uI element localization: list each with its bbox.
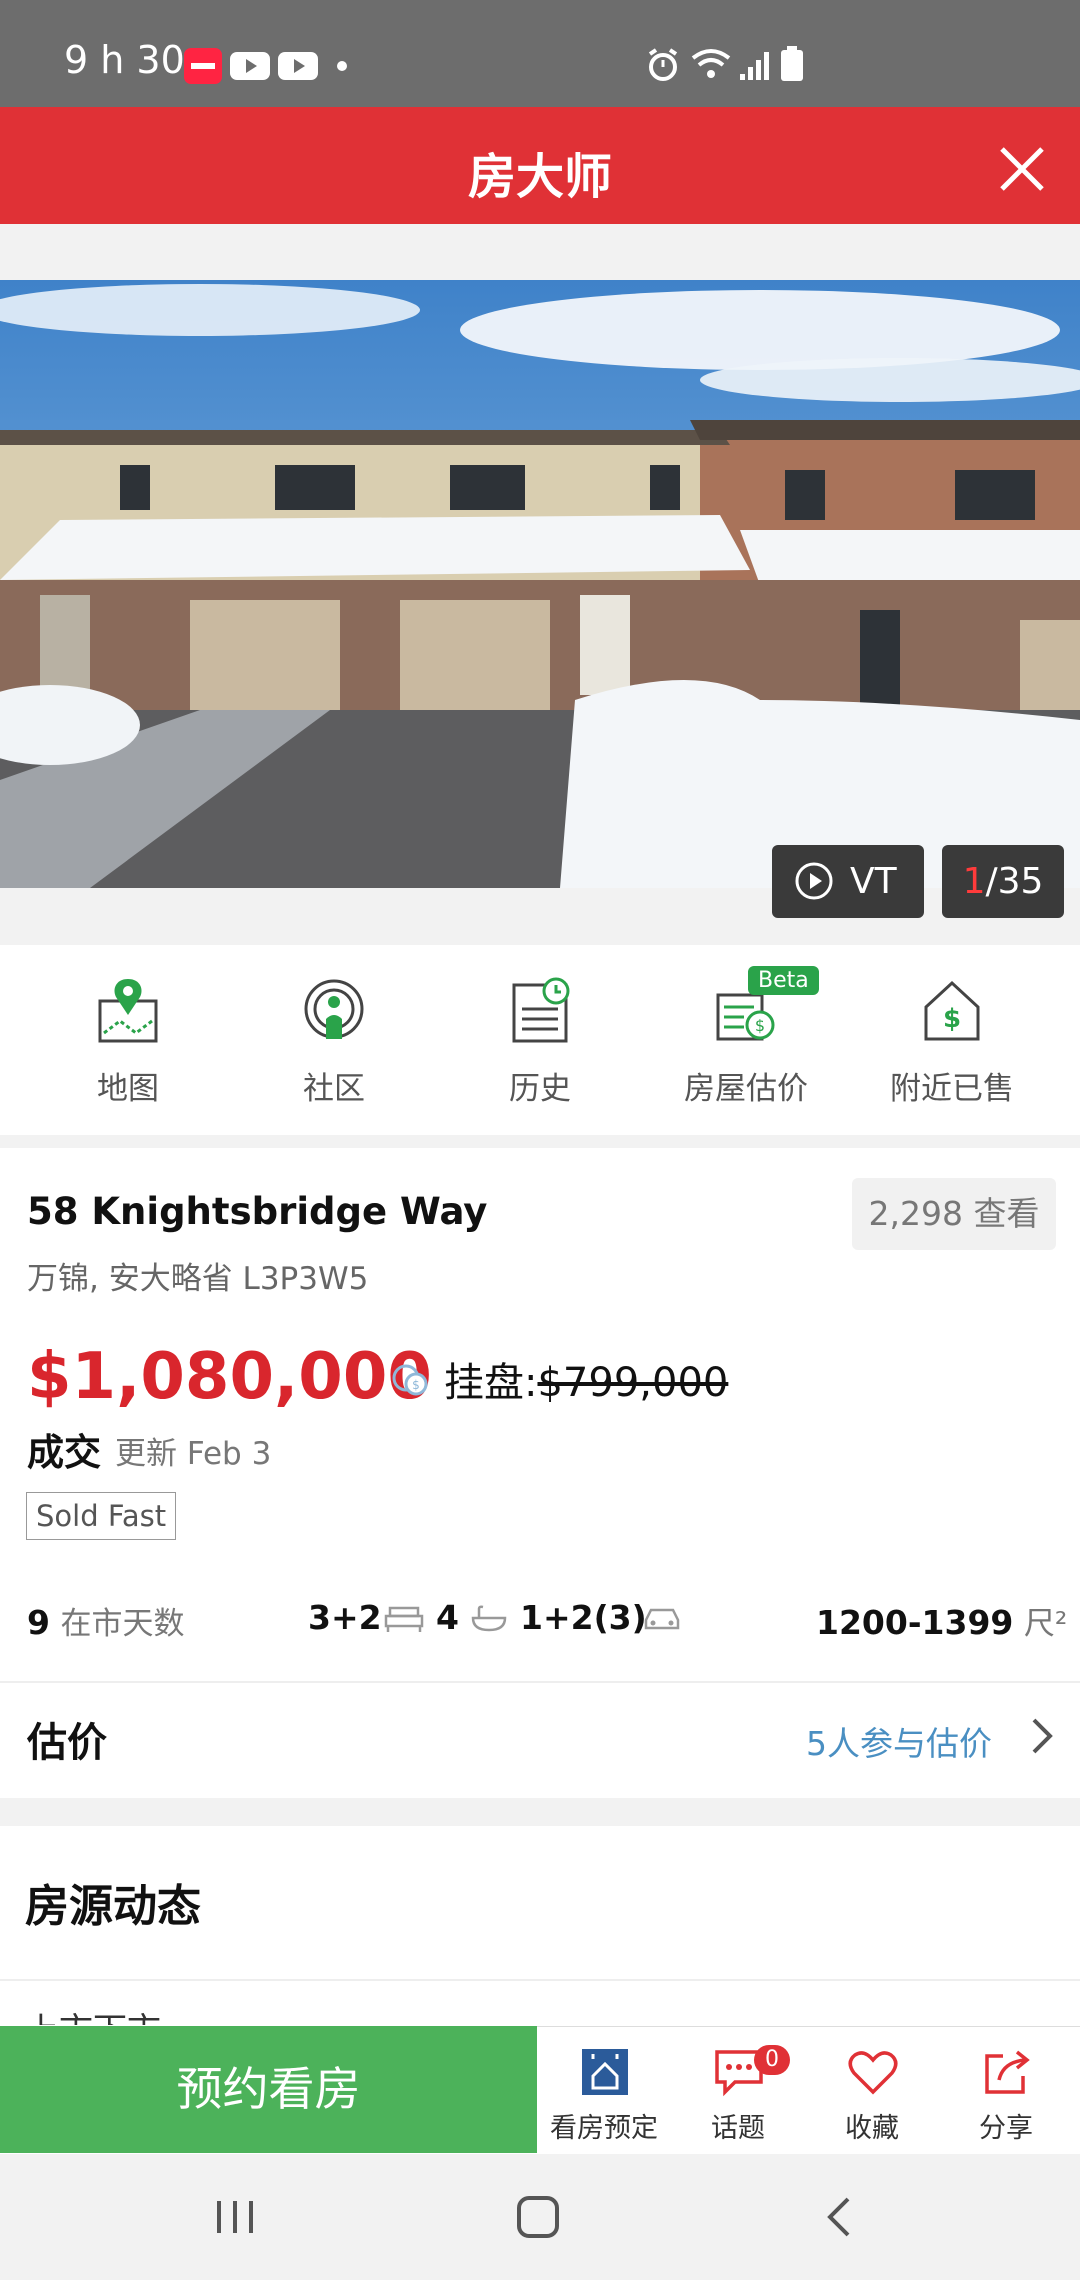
dynamics-title: 房源动态 [25, 1881, 201, 1932]
photo-counter: 1/35 [942, 845, 1064, 918]
calendar-home-icon [582, 2049, 628, 2095]
quick-history[interactable]: 历史 [440, 945, 640, 1135]
chevron-right-icon[interactable] [1030, 1716, 1054, 1756]
home-icon[interactable] [516, 2195, 560, 2239]
topics-button[interactable]: 话题 [671, 2026, 805, 2153]
quick-actions: 地图 社区 历史 $ 房屋估价 $ 附近已售 [0, 945, 1080, 1135]
recent-apps-icon[interactable] [213, 2197, 257, 2237]
parking: 1+2(3) [520, 1598, 647, 1637]
virtual-tour-button[interactable]: VT [772, 845, 924, 918]
heart-icon [848, 2051, 898, 2095]
map-pin-icon [98, 979, 158, 1043]
play-icon [795, 862, 833, 900]
floor-area-value: 1200-1399 [816, 1603, 1014, 1642]
status-label: 成交 [27, 1431, 101, 1474]
days-on-market-label: 在市天数 [60, 1606, 185, 1642]
car-icon [644, 1608, 680, 1630]
status-bar: 9 h 30 [0, 0, 1080, 107]
svg-text:$: $ [412, 1378, 420, 1392]
share-icon [985, 2050, 1030, 2094]
bed-icon [384, 1606, 424, 1632]
bedrooms-value: 3+2 [308, 1598, 382, 1637]
favorite-label: 收藏 [845, 2113, 899, 2144]
topics-label: 话题 [711, 2113, 765, 2144]
view-count-badge: 2,298 查看 [852, 1178, 1056, 1250]
quick-map-label: 地图 [97, 1071, 159, 1107]
photo-index: 1 [962, 861, 986, 902]
favorite-button[interactable]: 收藏 [805, 2026, 939, 2153]
parking-value: 1+2(3) [520, 1598, 647, 1637]
battery-icon [781, 46, 803, 81]
listing-address: 58 Knightsbridge Way [27, 1190, 488, 1233]
notification-dot-icon [337, 61, 347, 71]
book-viewing-button[interactable]: 预约看房 [0, 2026, 537, 2153]
close-icon[interactable] [996, 143, 1048, 195]
signal-icon [740, 52, 769, 80]
dynamics-divider [0, 1979, 1080, 1981]
quick-nearby-sold[interactable]: $ 附近已售 [852, 945, 1052, 1135]
estimate-label: 估价 [27, 1720, 107, 1766]
bath-icon [471, 1605, 507, 1632]
list-price-label: 挂盘: [444, 1360, 538, 1406]
history-icon [512, 977, 570, 1043]
estimate-link[interactable]: 5人参与估价 [806, 1717, 992, 1765]
svg-text:$: $ [755, 1016, 765, 1035]
days-on-market: 9 在市天数 [27, 1598, 184, 1643]
share-button[interactable]: 分享 [939, 2026, 1073, 2153]
listing-photo[interactable] [0, 280, 1080, 888]
floor-area: 1200-1399 尺² [816, 1598, 1067, 1643]
nearby-sold-icon: $ [924, 980, 980, 1041]
viewing-schedule-button[interactable]: 看房预定 [537, 2026, 671, 2153]
youtube-icon [230, 52, 270, 80]
quick-nearby-sold-label: 附近已售 [890, 1071, 1014, 1107]
topics-count-badge: 0 [754, 2045, 790, 2075]
quick-valuation-label: 房屋估价 [684, 1071, 808, 1107]
floor-area-unit: 尺² [1023, 1606, 1068, 1642]
bathrooms-value: 4 [436, 1598, 459, 1637]
svg-text:$: $ [943, 1004, 961, 1034]
bedrooms: 3+2 [308, 1598, 382, 1637]
days-on-market-value: 9 [27, 1603, 50, 1642]
viewing-schedule-label: 看房预定 [550, 2113, 658, 2144]
app-header: 房大师 [0, 107, 1080, 224]
community-icon [304, 979, 364, 1039]
page-title: 房大师 [467, 149, 612, 205]
quick-map[interactable]: 地图 [28, 945, 228, 1135]
updated-date: 更新 Feb 3 [115, 1436, 272, 1472]
photo-total: /35 [985, 861, 1044, 902]
currency-convert-icon[interactable]: $ [390, 1360, 430, 1400]
youtube-icon-2 [278, 52, 318, 80]
quick-community[interactable]: 社区 [234, 945, 434, 1135]
divider [0, 1681, 1080, 1683]
virtual-tour-label: VT [850, 861, 897, 902]
sold-fast-tag: Sold Fast [26, 1492, 177, 1540]
xiaohongshu-icon [184, 48, 222, 84]
sold-price: $1,080,000 [27, 1340, 432, 1414]
system-nav-bar [0, 2155, 1080, 2280]
dynamics-item-partial: 上市下市 [25, 2003, 161, 2025]
share-label: 分享 [979, 2113, 1033, 2144]
beta-badge: Beta [748, 966, 819, 995]
status-time: 9 h 30 [64, 38, 185, 82]
back-icon[interactable] [824, 2195, 854, 2239]
list-price-value: $799,000 [537, 1360, 729, 1406]
bathrooms: 4 [436, 1598, 459, 1637]
list-price: 挂盘:$799,000 [444, 1350, 728, 1408]
wifi-icon [691, 49, 731, 78]
listing-city: 万锦, 安大略省 L3P3W5 [27, 1261, 369, 1297]
quick-history-label: 历史 [509, 1071, 571, 1107]
quick-community-label: 社区 [303, 1071, 365, 1107]
alarm-icon [648, 48, 678, 81]
